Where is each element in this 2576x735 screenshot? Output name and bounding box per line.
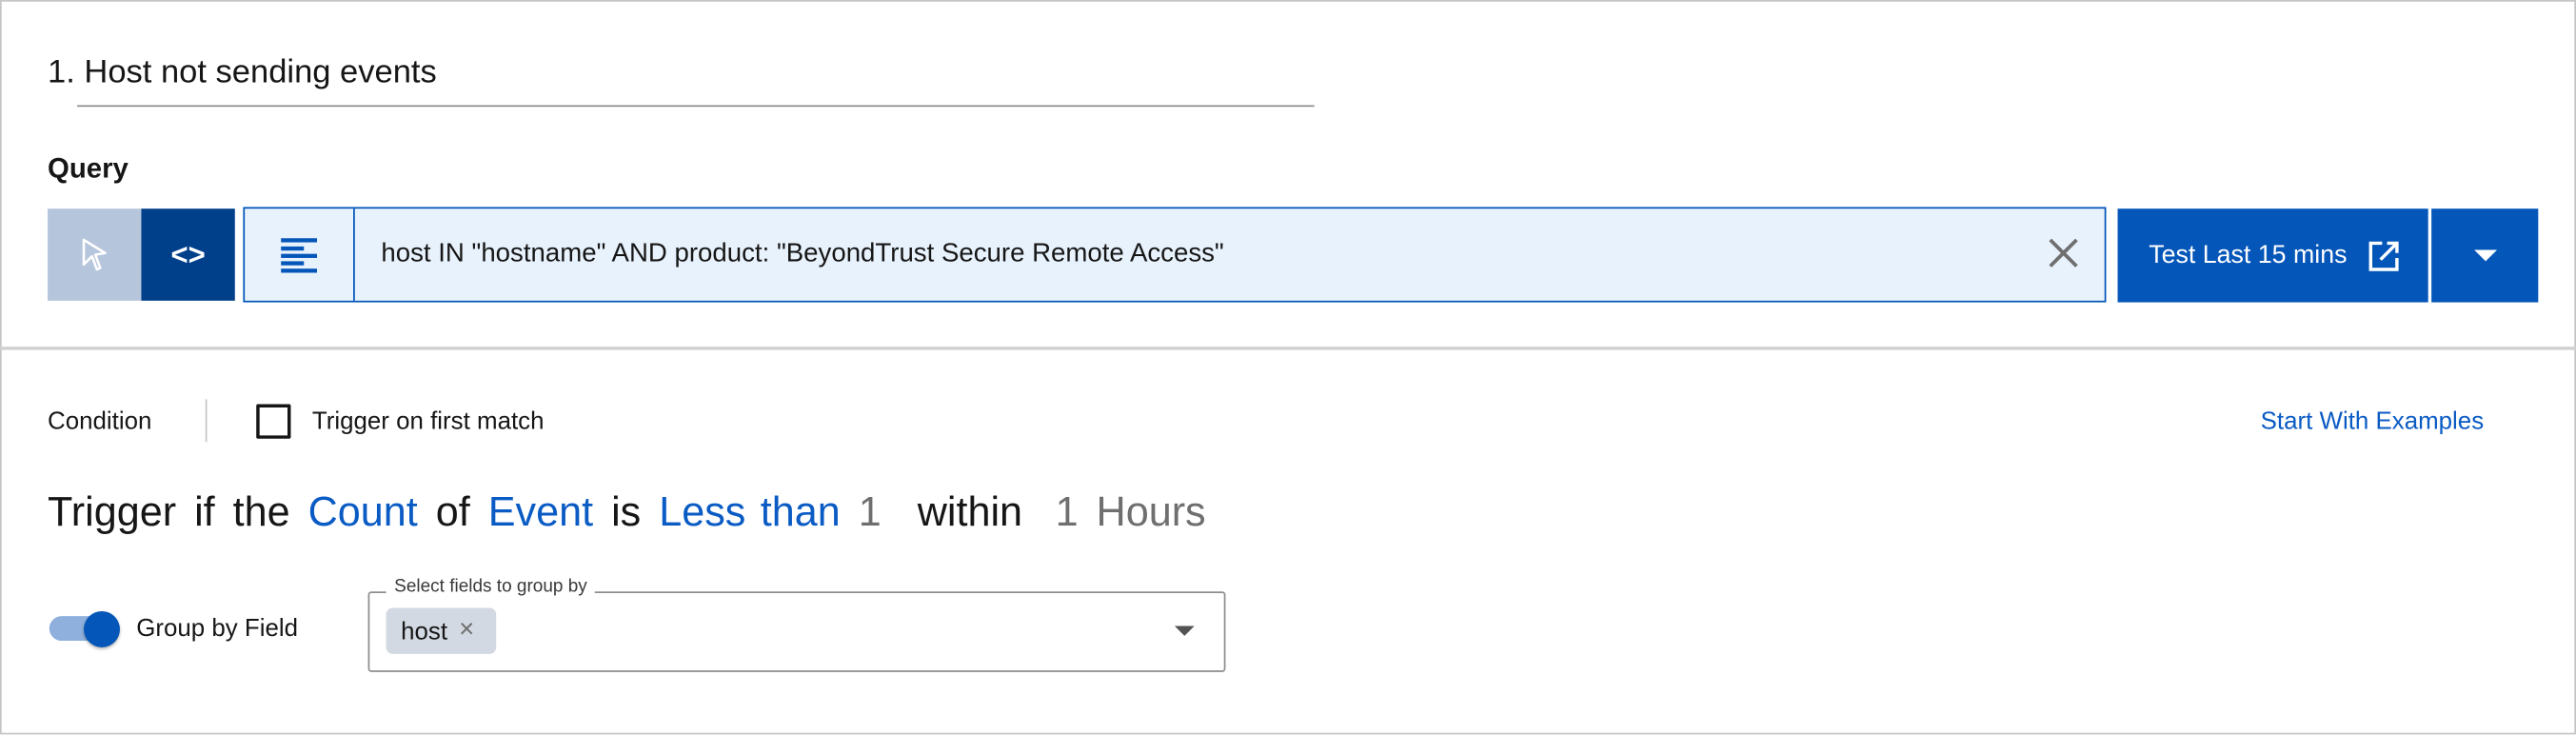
text-align-icon [281,238,318,273]
external-link-icon [2368,240,2398,270]
sentence-word: if [194,489,215,536]
trigger-first-match-label[interactable]: Trigger on first match [312,407,545,435]
condition-sentence: Trigger if the Count of Event is Less than 1 with… [48,489,1224,537]
test-options-dropdown[interactable] [2431,209,2539,303]
query-text[interactable]: host IN "hostname" AND product: "BeyondT… [381,240,1223,269]
toggle-knob [84,610,120,647]
operator-selector[interactable]: Less than [659,489,841,535]
test-query-button[interactable]: Test Last 15 mins [2117,209,2428,303]
caret-down-icon [2473,248,2497,261]
target-selector[interactable]: Event [488,489,593,535]
sentence-word: within [917,489,1023,536]
query-input-box[interactable]: host IN "hostname" AND product: "BeyondT… [243,207,2107,303]
alert-rule-editor: 1. Host not sending events Query <> host… [0,0,2576,735]
group-fields-legend: Select fields to group by [386,576,596,597]
format-query-button[interactable] [245,209,355,301]
visual-mode-button[interactable] [48,209,142,301]
aggregate-selector[interactable]: Count [308,489,418,535]
group-by-label: Group by Field [136,614,299,643]
window-unit-selector[interactable]: Hours [1097,489,1206,535]
window-value-input[interactable]: 1 [1056,489,1079,535]
sentence-word: the [232,489,290,536]
vertical-separator [205,399,208,443]
sentence-word: is [611,489,642,536]
test-query-label: Test Last 15 mins [2149,240,2348,269]
title-underline [77,105,1315,108]
sentence-word: of [435,489,470,536]
section-divider [0,347,2576,350]
code-icon: <> [170,237,206,270]
rule-title-input[interactable]: 1. Host not sending events [48,54,437,92]
start-with-examples-link[interactable]: Start With Examples [2261,407,2484,435]
trigger-first-match-checkbox[interactable] [256,404,291,439]
cursor-icon [81,238,106,271]
clear-icon[interactable] [2046,235,2082,271]
group-fields-select[interactable] [367,591,1226,672]
query-label: Query [48,152,129,185]
condition-label: Condition [48,407,152,436]
field-chip: host × [386,607,497,654]
group-by-toggle[interactable] [49,610,120,647]
chip-remove-icon[interactable]: × [459,616,474,646]
select-caret-icon[interactable] [1174,626,1195,636]
code-mode-button[interactable]: <> [141,209,235,301]
threshold-input[interactable]: 1 [859,489,882,535]
chip-label: host [401,617,448,646]
sentence-word: Trigger [48,489,177,536]
